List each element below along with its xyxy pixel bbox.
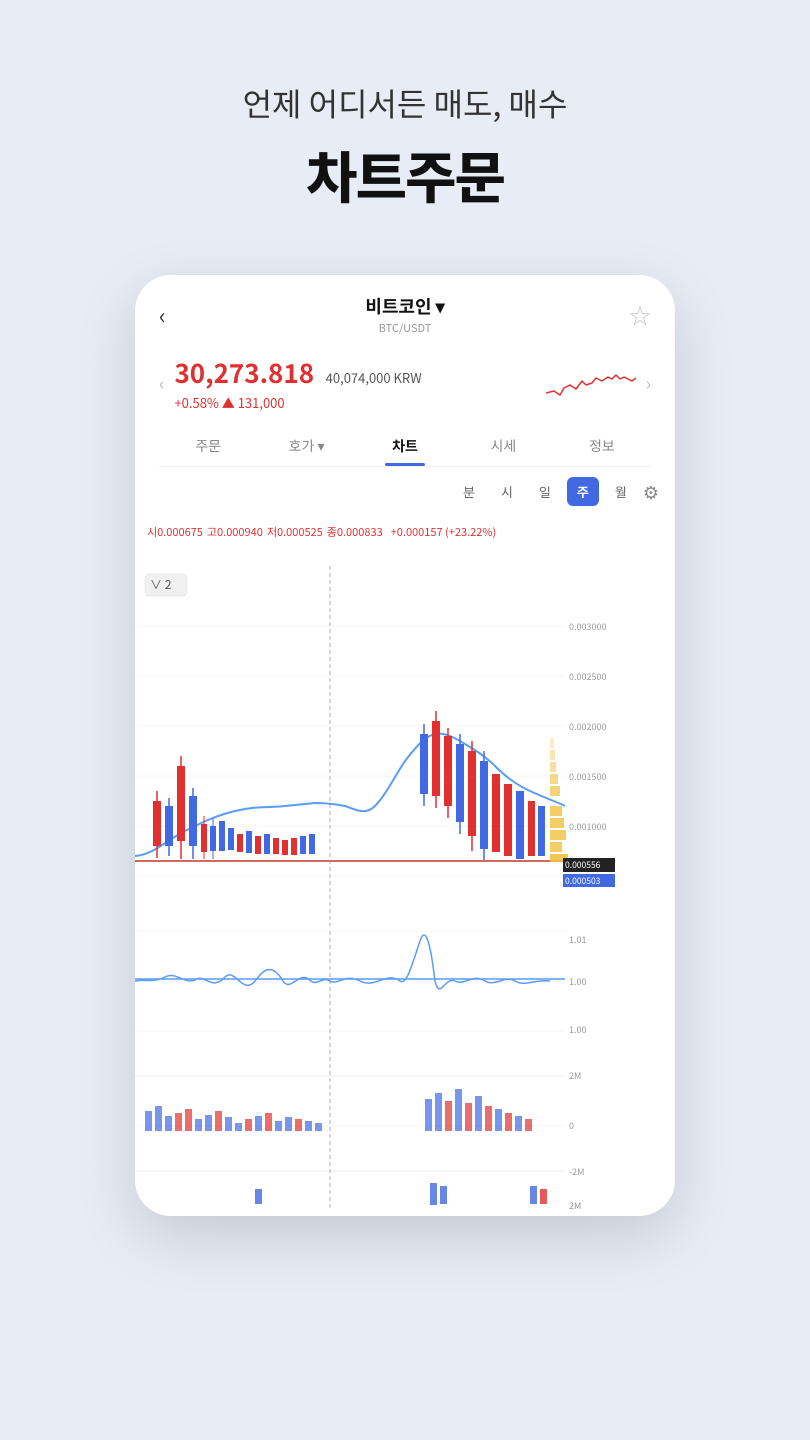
tab-market[interactable]: 시세 [454, 424, 552, 466]
price-row: ‹ 30,273.818 40,074,000 KRW +0.58% ▲ 131… [159, 346, 651, 416]
main-price: 30,273.818 40,074,000 KRW [174, 354, 535, 391]
price-value: 30,273.818 [174, 354, 314, 391]
ctrl-day[interactable]: 일 [529, 477, 561, 506]
ohlc-change: +0.000157 (+23.22%) [391, 524, 497, 540]
tab-info[interactable]: 정보 [553, 424, 651, 466]
coin-name-area: 비트코인 ▾ BTC/USDT [365, 293, 444, 336]
tab-order[interactable]: 주문 [159, 424, 257, 466]
tab-bar: 주문 호가 ▾ 차트 시세 정보 [159, 424, 651, 467]
ctrl-month[interactable]: 월 [605, 477, 637, 506]
coin-pair: BTC/USDT [365, 320, 444, 336]
svg-text:-2M: -2M [569, 1165, 584, 1178]
ctrl-hour[interactable]: 시 [491, 477, 523, 506]
svg-text:0.000503: 0.000503 [565, 875, 601, 887]
main-chart-svg: 0.003000 0.002500 0.002000 0.001500 0.00… [135, 566, 615, 926]
svg-text:0: 0 [569, 1119, 574, 1132]
svg-text:0.001500: 0.001500 [569, 770, 606, 783]
top-bar: ‹ 비트코인 ▾ BTC/USDT ☆ ‹ 30,273.818 40,074,… [135, 275, 675, 467]
price-change: +0.58% ▲ 131,000 [174, 393, 535, 412]
nav-row: ‹ 비트코인 ▾ BTC/USDT ☆ [159, 293, 651, 336]
coin-name[interactable]: 비트코인 ▾ [365, 293, 444, 319]
svg-text:0.003000: 0.003000 [569, 620, 606, 633]
svg-text:1.00: 1.00 [569, 1023, 587, 1036]
ohlc-close: 종0.000833 [327, 524, 383, 540]
phone-wrapper: ‹ 비트코인 ▾ BTC/USDT ☆ ‹ 30,273.818 40,074,… [0, 275, 810, 1216]
back-button[interactable]: ‹ [159, 299, 191, 331]
svg-text:0.002000: 0.002000 [569, 720, 606, 733]
tab-orderbook[interactable]: 호가 ▾ [257, 424, 355, 466]
chart-controls: 분 시 일 주 월 ⚙ [135, 467, 675, 516]
chart-area: 시0.000675 고0.000940 저0.000525 종0.000833 … [135, 516, 675, 1216]
oscillator-svg: 1.01 1.00 1.00 2M 0 -2M 2M [135, 931, 615, 1211]
favorite-button[interactable]: ☆ [619, 299, 651, 331]
svg-text:0.000556: 0.000556 [565, 859, 601, 871]
svg-text:∨ 2: ∨ 2 [150, 576, 172, 593]
price-nav-left[interactable]: ‹ [159, 370, 164, 396]
price-krw: 40,074,000 KRW [326, 368, 422, 387]
settings-icon[interactable]: ⚙ [643, 479, 659, 505]
svg-text:1.00: 1.00 [569, 975, 587, 988]
mini-sparkline-chart [546, 363, 636, 403]
ctrl-week[interactable]: 주 [567, 477, 599, 506]
tab-chart[interactable]: 차트 [356, 424, 454, 466]
svg-text:1.01: 1.01 [569, 933, 587, 946]
svg-text:0.001000: 0.001000 [569, 820, 606, 833]
hero-subtitle: 언제 어디서든 매도, 매수 [0, 80, 810, 126]
ohlc-low: 저0.000525 [267, 524, 323, 540]
svg-text:0.002500: 0.002500 [569, 670, 606, 683]
ohlc-bar: 시0.000675 고0.000940 저0.000525 종0.000833 … [135, 516, 675, 544]
price-info: 30,273.818 40,074,000 KRW +0.58% ▲ 131,0… [174, 354, 535, 412]
ohlc-open: 시0.000675 [147, 524, 203, 540]
phone-frame: ‹ 비트코인 ▾ BTC/USDT ☆ ‹ 30,273.818 40,074,… [135, 275, 675, 1216]
ctrl-min[interactable]: 분 [453, 477, 485, 506]
hero-title: 차트주문 [0, 134, 810, 215]
svg-text:2M: 2M [569, 1199, 581, 1211]
ohlc-high: 고0.000940 [207, 524, 263, 540]
svg-text:2M: 2M [569, 1069, 581, 1082]
price-nav-right[interactable]: › [646, 370, 651, 396]
hero-section: 언제 어디서든 매도, 매수 차트주문 [0, 0, 810, 255]
